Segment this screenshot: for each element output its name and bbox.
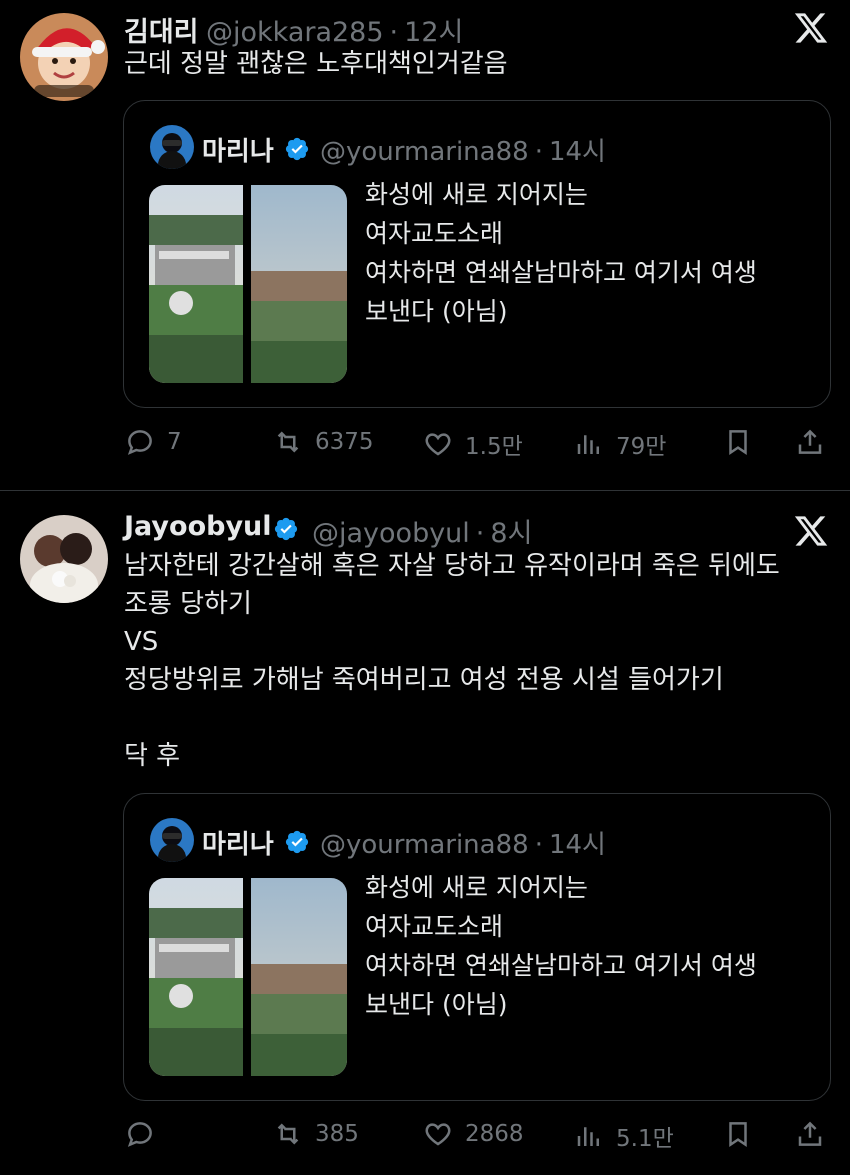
- views-count: 79만: [616, 434, 667, 460]
- quote-author-avatar[interactable]: [150, 125, 194, 169]
- quote-text-line: 여자교도소래: [365, 219, 504, 248]
- quote-text-line: 여차하면 연쇄살남마하고 여기서 여생: [365, 258, 757, 287]
- retweet-count: 6375: [315, 429, 374, 455]
- bookmark-icon: [729, 430, 747, 455]
- separator-dot: ·: [389, 17, 399, 48]
- author-handle-meta[interactable]: @jayoobyul · 8시: [312, 511, 532, 550]
- reply-button[interactable]: [125, 1119, 167, 1149]
- retweet-count: 385: [315, 1121, 359, 1147]
- verified-badge-icon: [285, 830, 309, 854]
- like-button[interactable]: 2868: [423, 1119, 524, 1149]
- views-chart-icon: [577, 1127, 599, 1146]
- bookmark-button[interactable]: [723, 1119, 753, 1149]
- like-count: 1.5만: [465, 434, 523, 460]
- quote-media-image[interactable]: [149, 878, 347, 1076]
- tweet-text-line: 정당방위로 가해남 죽여버리고 여성 전용 시설 들어가기: [124, 665, 724, 695]
- views-chart-icon: [577, 435, 599, 454]
- quote-text-line: 여차하면 연쇄살남마하고 여기서 여생: [365, 951, 757, 980]
- reply-count: 7: [167, 429, 182, 455]
- quote-author-avatar[interactable]: [150, 818, 194, 862]
- author-handle[interactable]: @jayoobyul: [312, 518, 470, 549]
- quote-text-line: 보낸다 (아님): [365, 990, 508, 1019]
- tweet-text-line: 근데 정말 괜찮은 노후대책인거같음: [124, 49, 508, 79]
- views-button[interactable]: 5.1만: [574, 1119, 674, 1153]
- share-button[interactable]: [795, 1119, 825, 1149]
- like-button[interactable]: 1.5만: [423, 427, 523, 461]
- heart-icon: [425, 433, 451, 456]
- tweet-2[interactable]: Jayoobyul @jayoobyul · 8시 남자한테 강간살해 혹은 자살 …: [0, 491, 850, 1175]
- like-count: 2868: [465, 1121, 524, 1147]
- x-logo-icon: [794, 516, 828, 546]
- author-handle-meta[interactable]: @jokkara285 · 12시: [206, 10, 463, 49]
- verified-badge-icon: [274, 517, 298, 541]
- quote-text-line: 화성에 새로 지어지는: [365, 180, 588, 209]
- quote-handle-meta[interactable]: @yourmarina88 · 14시: [320, 131, 606, 168]
- quote-handle-meta[interactable]: @yourmarina88 · 14시: [320, 824, 606, 861]
- quote-text-line: 화성에 새로 지어지는: [365, 873, 588, 902]
- verified-badge-icon: [285, 137, 309, 161]
- tweet-text-line: 조롱 당하기: [124, 589, 252, 619]
- author-name[interactable]: Jayoobyul: [124, 511, 272, 542]
- retweet-icon: [277, 1123, 299, 1145]
- x-logo-icon: [794, 13, 828, 43]
- retweet-button[interactable]: 6375: [273, 427, 374, 457]
- quote-author-handle[interactable]: @yourmarina88: [320, 137, 529, 167]
- share-icon: [798, 429, 822, 454]
- quote-author-name[interactable]: 마리나: [202, 131, 274, 168]
- tweet-1[interactable]: 김대리 @jokkara285 · 12시 근데 정말 괜찮은 노후대책인거같음 마…: [0, 0, 850, 490]
- tweet-text-line: 닥 후: [124, 741, 181, 771]
- quote-text-line: 여자교도소래: [365, 912, 504, 941]
- heart-icon: [425, 1123, 451, 1146]
- timestamp[interactable]: 12시: [404, 17, 463, 48]
- views-button[interactable]: 79만: [574, 427, 666, 461]
- bookmark-icon: [729, 1122, 747, 1147]
- separator-dot: ·: [475, 518, 485, 549]
- author-name[interactable]: 김대리: [124, 10, 199, 49]
- share-icon: [798, 1121, 822, 1146]
- quote-timestamp[interactable]: 14시: [549, 137, 606, 167]
- author-avatar[interactable]: [20, 515, 108, 603]
- quote-timestamp[interactable]: 14시: [549, 830, 606, 860]
- author-avatar[interactable]: [20, 13, 108, 101]
- quote-text-line: 보낸다 (아님): [365, 297, 508, 326]
- timestamp[interactable]: 8시: [490, 518, 532, 549]
- bookmark-button[interactable]: [723, 427, 753, 457]
- reply-button[interactable]: 7: [125, 427, 182, 457]
- author-handle[interactable]: @jokkara285: [206, 17, 384, 48]
- tweet-text-line: VS: [124, 627, 159, 657]
- separator-dot: ·: [534, 137, 543, 167]
- views-count: 5.1만: [616, 1126, 674, 1152]
- share-button[interactable]: [795, 427, 825, 457]
- quoted-tweet[interactable]: 마리나 @yourmarina88 · 14시 화성에 새로 지어지는 여자교도…: [123, 793, 831, 1101]
- quoted-tweet[interactable]: 마리나 @yourmarina88 · 14시 화성에 새로 지어지는 여자교도…: [123, 100, 831, 408]
- retweet-icon: [277, 431, 299, 453]
- quote-media-image[interactable]: [149, 185, 347, 383]
- retweet-button[interactable]: 385: [273, 1119, 359, 1149]
- separator-dot: ·: [534, 830, 543, 860]
- reply-icon: [127, 1122, 152, 1147]
- quote-author-handle[interactable]: @yourmarina88: [320, 830, 529, 860]
- reply-icon: [127, 430, 152, 455]
- quote-author-name[interactable]: 마리나: [202, 824, 274, 861]
- tweet-text-line: 남자한테 강간살해 혹은 자살 당하고 유작이라며 죽은 뒤에도: [124, 551, 780, 581]
